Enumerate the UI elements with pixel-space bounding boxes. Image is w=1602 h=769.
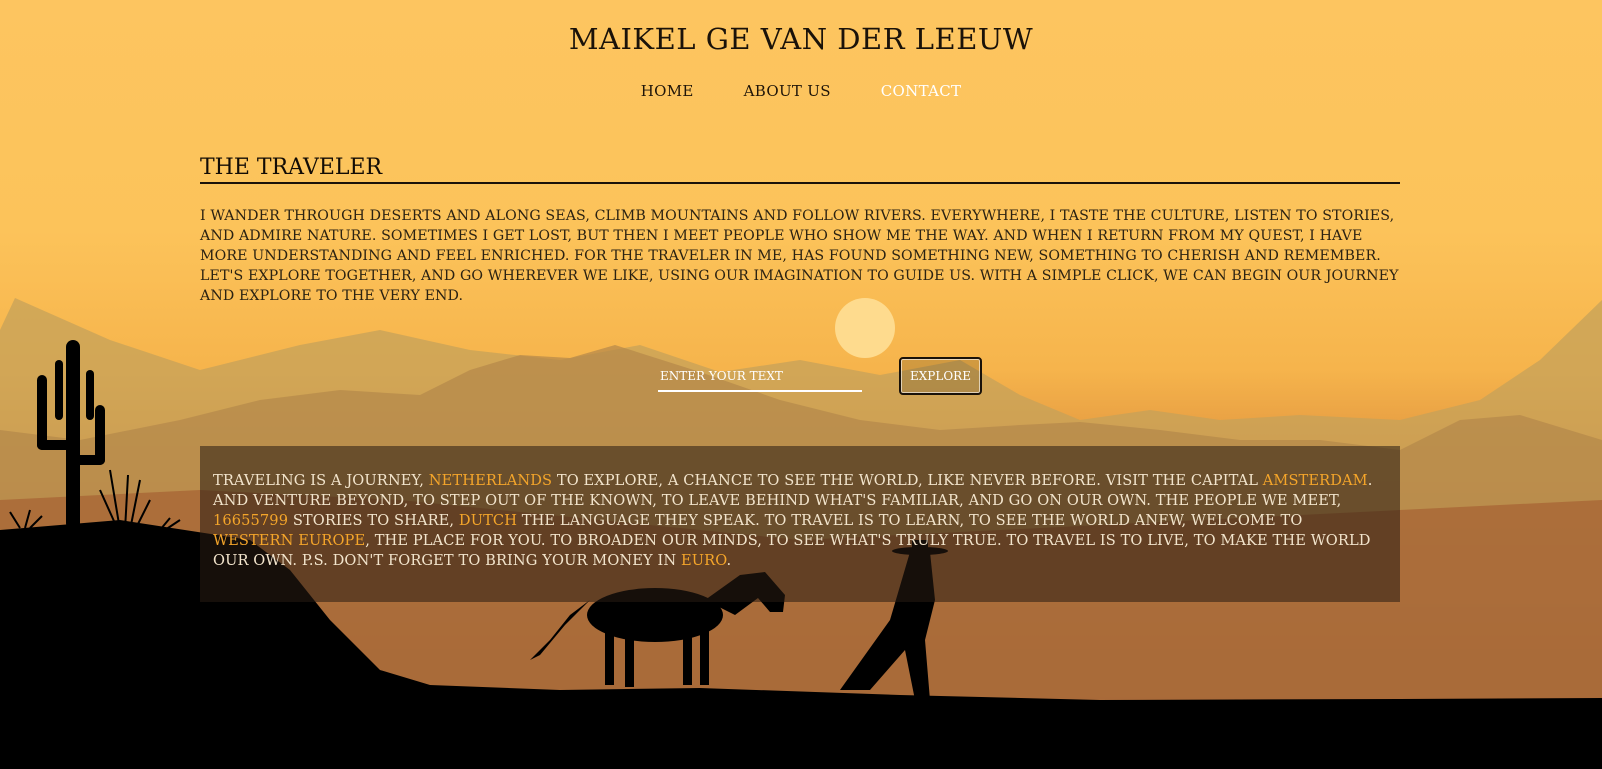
result-text-part: , THE PLACE FOR YOU. TO BROADEN OUR MIND… bbox=[213, 532, 1371, 569]
search-input[interactable] bbox=[658, 362, 862, 392]
result-text: TRAVELING IS A JOURNEY, NETHERLANDS TO E… bbox=[213, 471, 1387, 571]
page: MAIKEL GE VAN DER LEEUW HOME ABOUT US CO… bbox=[0, 0, 1602, 769]
site-title: MAIKEL GE VAN DER LEEUW bbox=[568, 22, 1034, 56]
result-panel: TRAVELING IS A JOURNEY, NETHERLANDS TO E… bbox=[200, 446, 1400, 602]
result-text-part: STORIES TO SHARE, bbox=[288, 512, 459, 529]
result-text-part: TRAVELING IS A JOURNEY, bbox=[213, 472, 429, 489]
nav-contact-link[interactable]: CONTACT bbox=[881, 82, 962, 100]
nav-about-link[interactable]: ABOUT US bbox=[744, 82, 831, 100]
result-text-part: . bbox=[726, 552, 732, 569]
explore-button[interactable]: EXPLORE bbox=[899, 357, 982, 395]
result-text-part: THE LANGUAGE THEY SPEAK. TO TRAVEL IS TO… bbox=[517, 512, 1303, 529]
nav-home-link[interactable]: HOME bbox=[641, 82, 694, 100]
region-name: WESTERN EUROPE bbox=[213, 532, 366, 549]
section-heading: THE TRAVELER bbox=[200, 155, 1400, 184]
country-name: NETHERLANDS bbox=[428, 472, 553, 489]
intro-text: I WANDER THROUGH DESERTS AND ALONG SEAS,… bbox=[200, 208, 1399, 304]
language-name: DUTCH bbox=[458, 512, 518, 529]
capital-name: AMSTERDAM bbox=[1262, 472, 1368, 489]
currency-name: EURO bbox=[681, 552, 727, 569]
population-value: 16655799 bbox=[213, 512, 289, 529]
result-text-part: TO EXPLORE, A CHANCE TO SEE THE WORLD, L… bbox=[552, 472, 1263, 489]
main-nav: HOME ABOUT US CONTACT bbox=[0, 82, 1602, 100]
content: MAIKEL GE VAN DER LEEUW HOME ABOUT US CO… bbox=[0, 0, 1602, 769]
